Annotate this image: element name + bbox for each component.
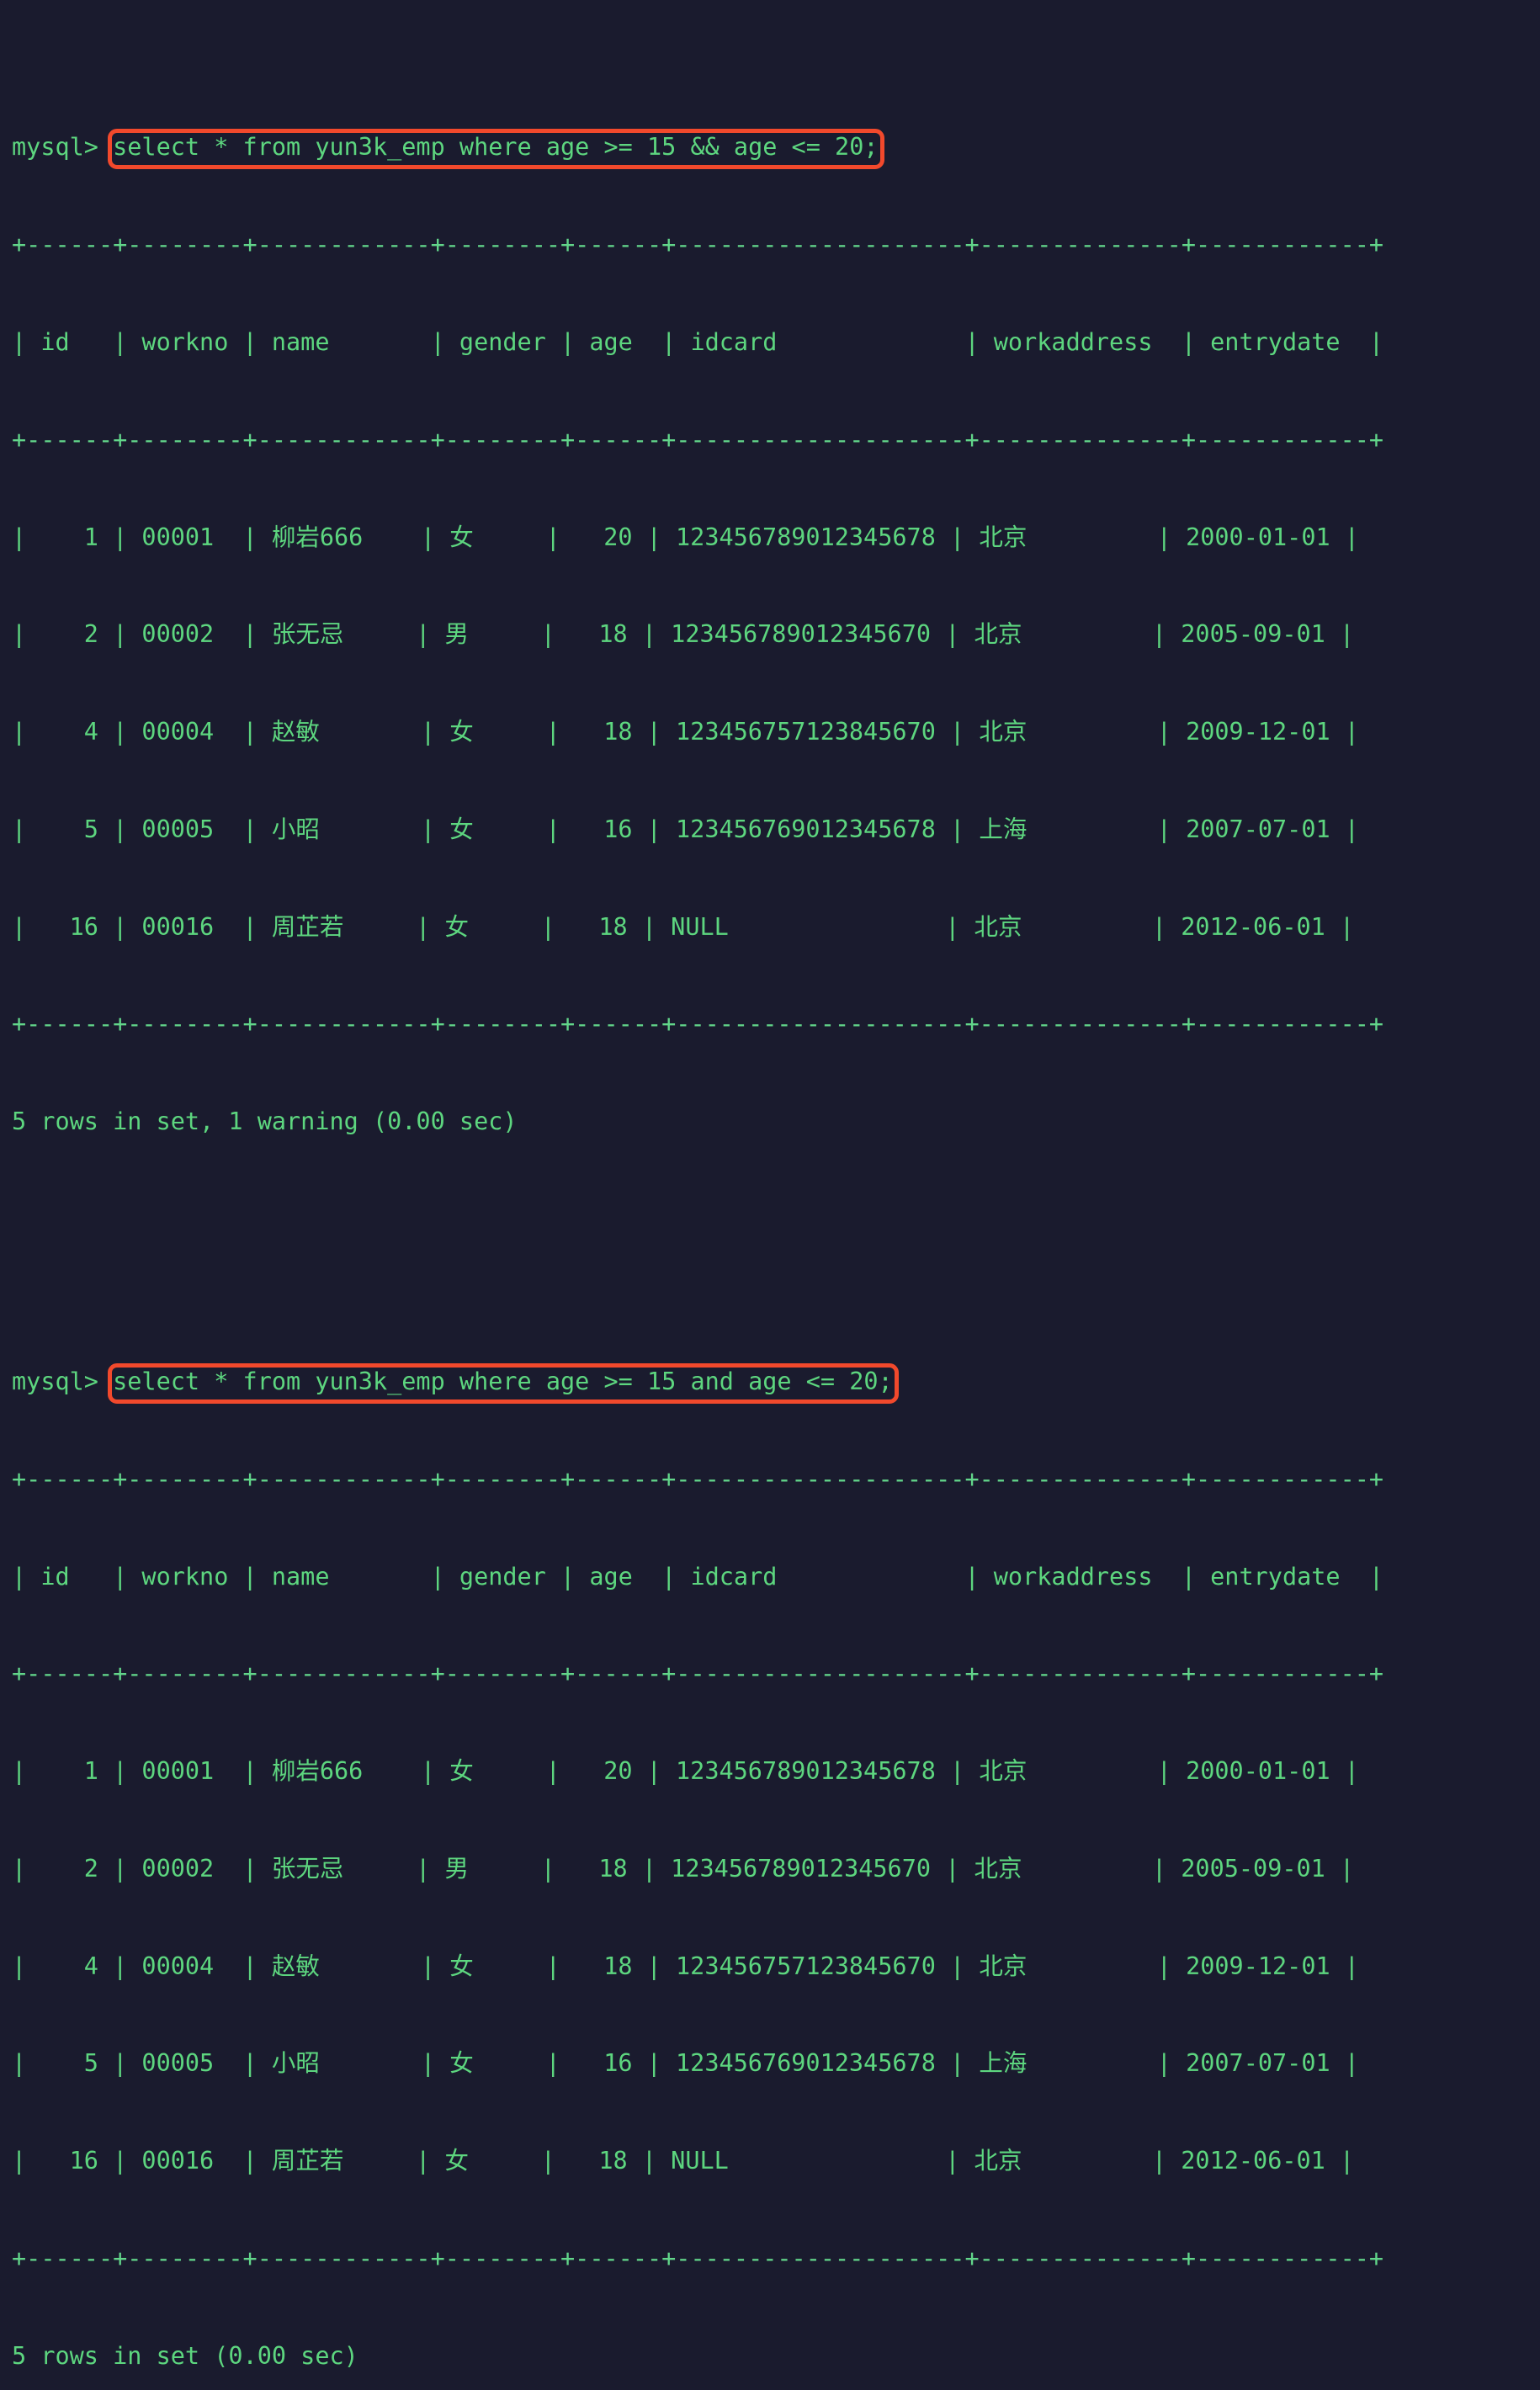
table-separator-mid-1: +------+--------+------------+--------+-… [12,425,1384,454]
table-row: | 16 | 00016 | 周芷若 | 女 | 18 | NULL | 北京 … [12,2147,1355,2175]
mysql-prompt: mysql> [12,1367,114,1395]
table-separator-top-2: +------+--------+------------+--------+-… [12,1464,1384,1493]
table-separator-top-1: +------+--------+------------+--------+-… [12,231,1384,259]
sql-command-2[interactable]: select * from yun3k_emp where age >= 15 … [113,1368,893,1395]
table-separator-mid-2: +------+--------+------------+--------+-… [12,1660,1384,1688]
table-row: | 5 | 00005 | 小昭 | 女 | 16 | 123456769012… [12,2049,1359,2078]
table-header-2: | id | workno | name | gender | age | id… [12,1562,1384,1591]
table-row: | 4 | 00004 | 赵敏 | 女 | 18 | 123456757123… [12,1952,1359,1980]
table-row: | 4 | 00004 | 赵敏 | 女 | 18 | 123456757123… [12,718,1359,746]
status-line-2: 5 rows in set (0.00 sec) [12,2341,358,2370]
status-line-1: 5 rows in set, 1 warning (0.00 sec) [12,1107,518,1136]
terminal-window[interactable]: mysql> select * from yun3k_emp where age… [0,0,1540,2370]
table-separator-bottom-1: +------+--------+------------+--------+-… [12,1010,1384,1038]
mysql-prompt: mysql> [12,133,114,162]
command-line-1[interactable]: mysql> select * from yun3k_emp where age… [12,131,1540,164]
table-header-1: | id | workno | name | gender | age | id… [12,327,1384,356]
table-row: | 1 | 00001 | 柳岩666 | 女 | 20 | 123456789… [12,1757,1359,1786]
table-separator-bottom-2: +------+--------+------------+--------+-… [12,2244,1384,2272]
table-row: | 5 | 00005 | 小昭 | 女 | 16 | 123456769012… [12,815,1359,843]
command-line-2[interactable]: mysql> select * from yun3k_emp where age… [12,1366,1540,1399]
table-row: | 16 | 00016 | 周芷若 | 女 | 18 | NULL | 北京 … [12,912,1355,941]
table-row: | 2 | 00002 | 张无忌 | 男 | 18 | 12345678901… [12,620,1355,649]
terminal-screen[interactable]: mysql> select * from yun3k_emp where age… [12,2,1540,2390]
sql-command-1[interactable]: select * from yun3k_emp where age >= 15 … [113,133,878,161]
table-row: | 1 | 00001 | 柳岩666 | 女 | 20 | 123456789… [12,523,1359,551]
table-row: | 2 | 00002 | 张无忌 | 男 | 18 | 12345678901… [12,1854,1355,1883]
